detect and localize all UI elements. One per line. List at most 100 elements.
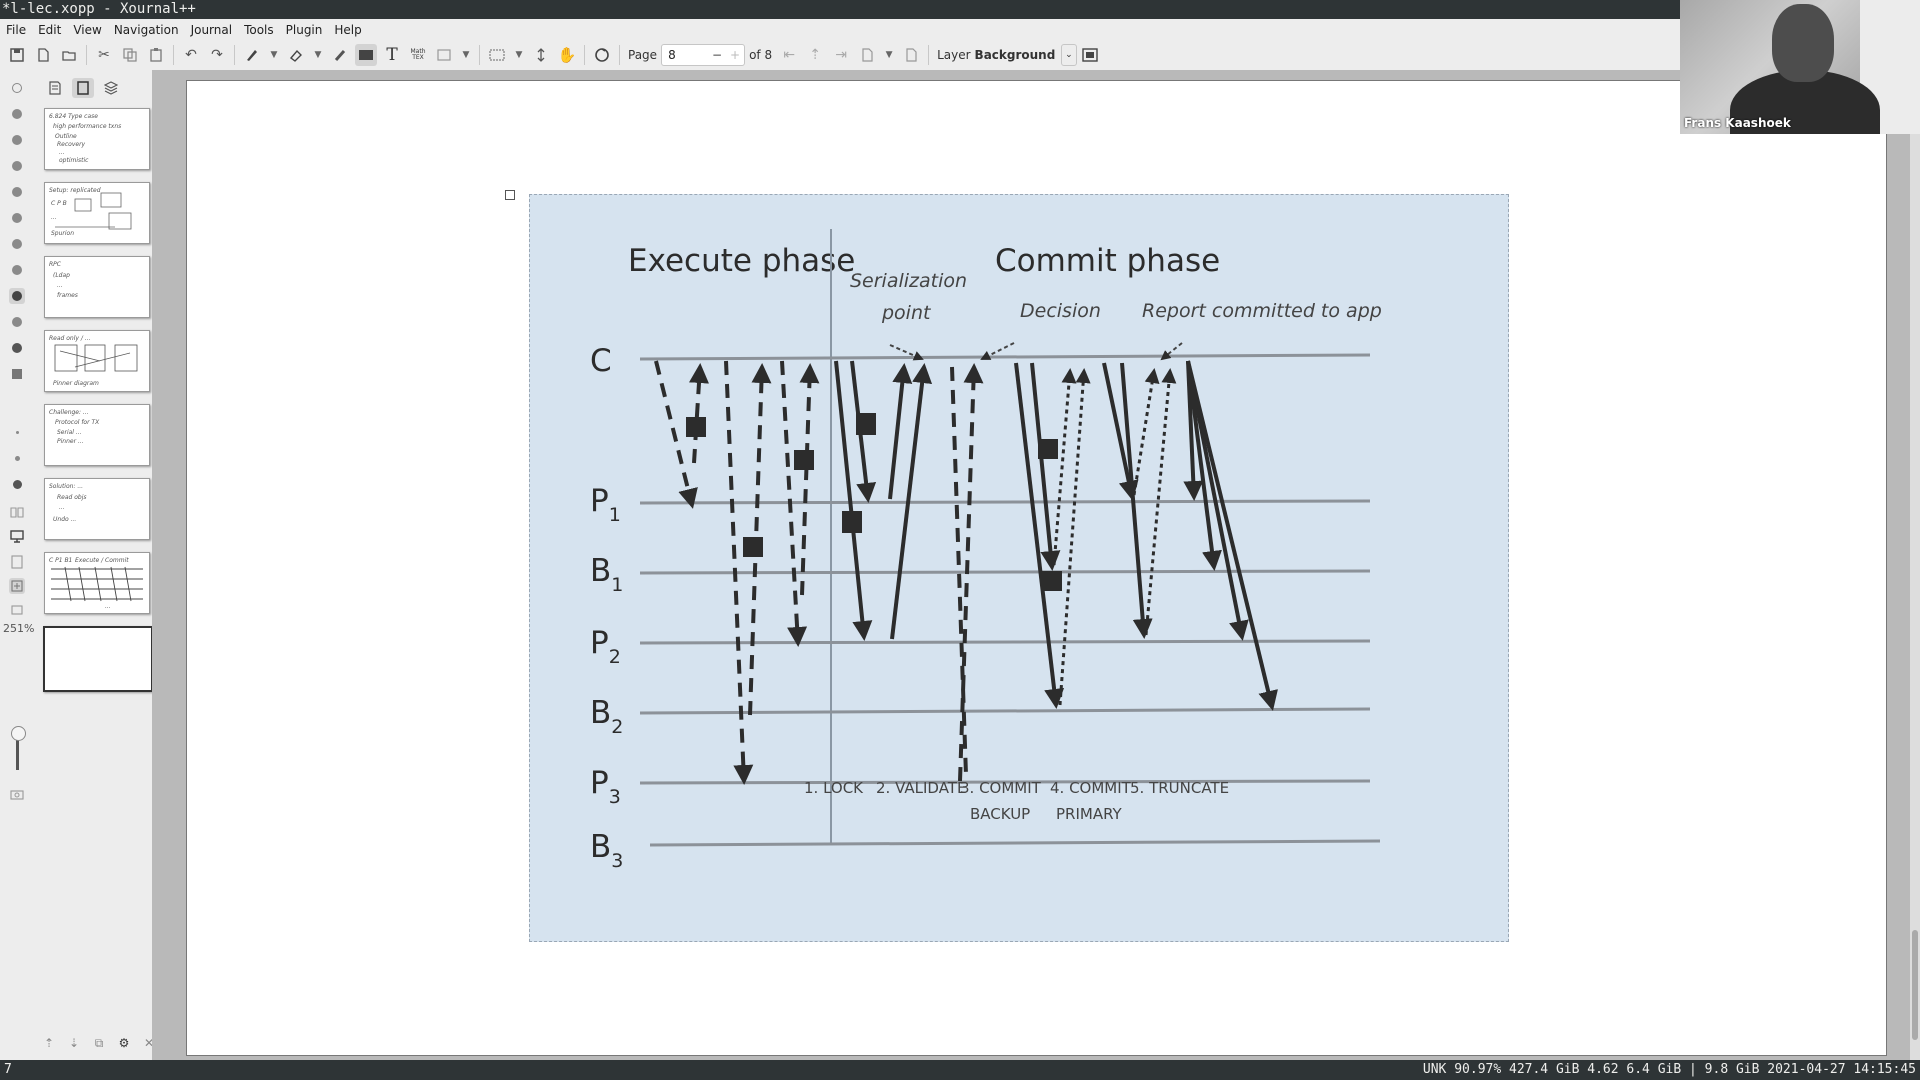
pen-size-dot-icon[interactable] bbox=[9, 106, 25, 122]
pen-size-dot-icon[interactable] bbox=[9, 262, 25, 278]
pen-icon[interactable] bbox=[241, 44, 263, 66]
highlighter-icon[interactable] bbox=[329, 44, 351, 66]
page-thumbnail-8-current[interactable] bbox=[43, 626, 153, 692]
page-settings-icon[interactable]: ⚙ bbox=[113, 1033, 135, 1053]
thumb-line: Setup: replicated bbox=[49, 187, 101, 194]
tab-layers[interactable] bbox=[100, 78, 122, 98]
eraser-icon[interactable] bbox=[285, 44, 307, 66]
tab-outline[interactable] bbox=[44, 78, 66, 98]
pen-size-dot-selected-icon[interactable] bbox=[9, 288, 25, 304]
pen-options-chevron-icon[interactable]: ▼ bbox=[267, 44, 281, 66]
menu-help[interactable]: Help bbox=[328, 23, 367, 37]
page-options-chevron-icon[interactable]: ▼ bbox=[882, 44, 896, 66]
webcam-participant-name: Frans Kaashoek bbox=[1684, 116, 1791, 130]
document-canvas[interactable]: Execute phase Commit phase Serialization… bbox=[152, 70, 1920, 1060]
save-icon[interactable] bbox=[6, 44, 28, 66]
go-first-page-icon[interactable]: ⇤ bbox=[778, 44, 800, 66]
menu-journal[interactable]: Journal bbox=[185, 23, 239, 37]
select-region-icon[interactable] bbox=[486, 44, 508, 66]
step-lock-label: 1. LOCK bbox=[804, 779, 864, 797]
step-commit-primary-label: 4. COMMIT bbox=[1050, 779, 1132, 797]
undo-icon[interactable]: ↶ bbox=[180, 44, 202, 66]
page-thumbnail-1[interactable]: 6.824 Type case high performance txns Ou… bbox=[44, 108, 150, 170]
pen-size-dot-icon[interactable] bbox=[9, 314, 25, 330]
pen-size-dot-icon[interactable] bbox=[9, 132, 25, 148]
move-page-down-icon[interactable]: ⇣ bbox=[63, 1033, 85, 1053]
vertical-scrollbar[interactable] bbox=[1910, 70, 1920, 1060]
medium-dot-icon[interactable] bbox=[9, 450, 25, 466]
thick-dot-icon[interactable] bbox=[9, 476, 25, 492]
delete-page-icon[interactable] bbox=[900, 44, 922, 66]
tablet-icon[interactable] bbox=[9, 554, 25, 570]
fine-dot-icon[interactable] bbox=[9, 424, 25, 440]
inserted-figure[interactable]: Execute phase Commit phase Serialization… bbox=[529, 194, 1509, 942]
page-thumbnail-3[interactable]: RPC (Ldap ... frames bbox=[44, 256, 150, 318]
layer-selector[interactable]: Background ⌄ bbox=[975, 44, 1077, 66]
pen-size-dot-icon[interactable] bbox=[9, 184, 25, 200]
page-number-value[interactable]: 8 bbox=[662, 48, 708, 62]
page-thumbnail-7[interactable]: C P1 B1 Execute / Commit ... bbox=[44, 552, 150, 614]
open-file-icon[interactable] bbox=[58, 44, 80, 66]
thumb-line: Execute / Commit bbox=[75, 557, 129, 564]
fullscreen-icon[interactable] bbox=[1079, 44, 1101, 66]
msg-object bbox=[686, 417, 706, 437]
redo-icon[interactable]: ↷ bbox=[206, 44, 228, 66]
msg-object bbox=[794, 450, 814, 470]
copy-page-icon[interactable]: ⧉ bbox=[88, 1033, 110, 1053]
page-number-spinner[interactable]: 8 − + bbox=[661, 44, 746, 66]
camera-icon[interactable] bbox=[9, 786, 25, 802]
vertical-space-icon[interactable] bbox=[530, 44, 552, 66]
timeline-p2 bbox=[639, 639, 1371, 645]
move-page-up-icon[interactable]: ⇡ bbox=[38, 1033, 60, 1053]
circle-size-icon[interactable] bbox=[9, 80, 25, 96]
zoom-page-icon[interactable] bbox=[9, 602, 25, 618]
layer-dropdown-chevron-icon[interactable]: ⌄ bbox=[1061, 44, 1077, 66]
tab-page-previews[interactable] bbox=[72, 78, 94, 98]
menu-view[interactable]: View bbox=[67, 23, 107, 37]
selection-handle-icon[interactable] bbox=[505, 190, 515, 200]
menu-plugin[interactable]: Plugin bbox=[280, 23, 329, 37]
menu-navigation[interactable]: Navigation bbox=[108, 23, 185, 37]
grid-icon[interactable] bbox=[9, 366, 25, 382]
msg-object bbox=[1042, 571, 1062, 591]
pen-size-dot-icon[interactable] bbox=[9, 210, 25, 226]
monitor-icon[interactable] bbox=[9, 528, 25, 544]
menu-edit[interactable]: Edit bbox=[32, 23, 67, 37]
page-increment-button[interactable]: + bbox=[726, 48, 744, 62]
previous-page-icon[interactable]: ⇡ bbox=[804, 44, 826, 66]
text-tool-icon[interactable]: T bbox=[381, 44, 403, 66]
refresh-icon[interactable] bbox=[591, 44, 613, 66]
page-thumbnail-2[interactable]: Setup: replicated C P B ... Spurion bbox=[44, 182, 150, 244]
menu-tools[interactable]: Tools bbox=[238, 23, 280, 37]
toolbar-divider bbox=[479, 45, 480, 65]
pen-size-dot-icon[interactable] bbox=[9, 158, 25, 174]
new-document-icon[interactable] bbox=[32, 44, 54, 66]
insert-page-icon[interactable] bbox=[856, 44, 878, 66]
next-page-icon[interactable]: ⇥ bbox=[830, 44, 852, 66]
book-icon[interactable] bbox=[9, 504, 25, 520]
page-decrement-button[interactable]: − bbox=[708, 48, 726, 62]
selection-options-chevron-icon[interactable]: ▼ bbox=[512, 44, 526, 66]
page-thumbnail-5[interactable]: Challenge: ... Protocol for TX Serial ..… bbox=[44, 404, 150, 466]
vertical-scrollbar-thumb[interactable] bbox=[1912, 930, 1918, 1040]
menu-file[interactable]: File bbox=[0, 23, 32, 37]
zoom-fit-icon[interactable] bbox=[9, 578, 25, 594]
page-thumbnail-4[interactable]: Read only / ... Pinner diagram bbox=[44, 330, 150, 392]
math-tex-icon[interactable]: Math TEX bbox=[407, 44, 429, 66]
pen-size-dot-icon[interactable] bbox=[9, 340, 25, 356]
cut-icon[interactable]: ✂ bbox=[93, 44, 115, 66]
layer-value[interactable]: Background bbox=[975, 48, 1056, 62]
transaction-timeline-figure: Execute phase Commit phase Serialization… bbox=[590, 229, 1382, 872]
page-thumbnail-6[interactable]: Solution: ... Read objs ... Undo ... bbox=[44, 478, 150, 540]
insert-options-chevron-icon[interactable]: ▼ bbox=[459, 44, 473, 66]
eraser-options-chevron-icon[interactable]: ▼ bbox=[311, 44, 325, 66]
hand-tool-icon[interactable]: ✋ bbox=[556, 44, 578, 66]
paste-icon[interactable] bbox=[145, 44, 167, 66]
image-tool-icon[interactable] bbox=[433, 44, 455, 66]
copy-icon[interactable] bbox=[119, 44, 141, 66]
zoom-slider[interactable] bbox=[11, 726, 26, 770]
zoom-slider-knob[interactable] bbox=[11, 726, 26, 741]
document-page[interactable]: Execute phase Commit phase Serialization… bbox=[186, 80, 1887, 1056]
select-rectangle-icon[interactable] bbox=[355, 44, 377, 66]
pen-size-dot-icon[interactable] bbox=[9, 236, 25, 252]
